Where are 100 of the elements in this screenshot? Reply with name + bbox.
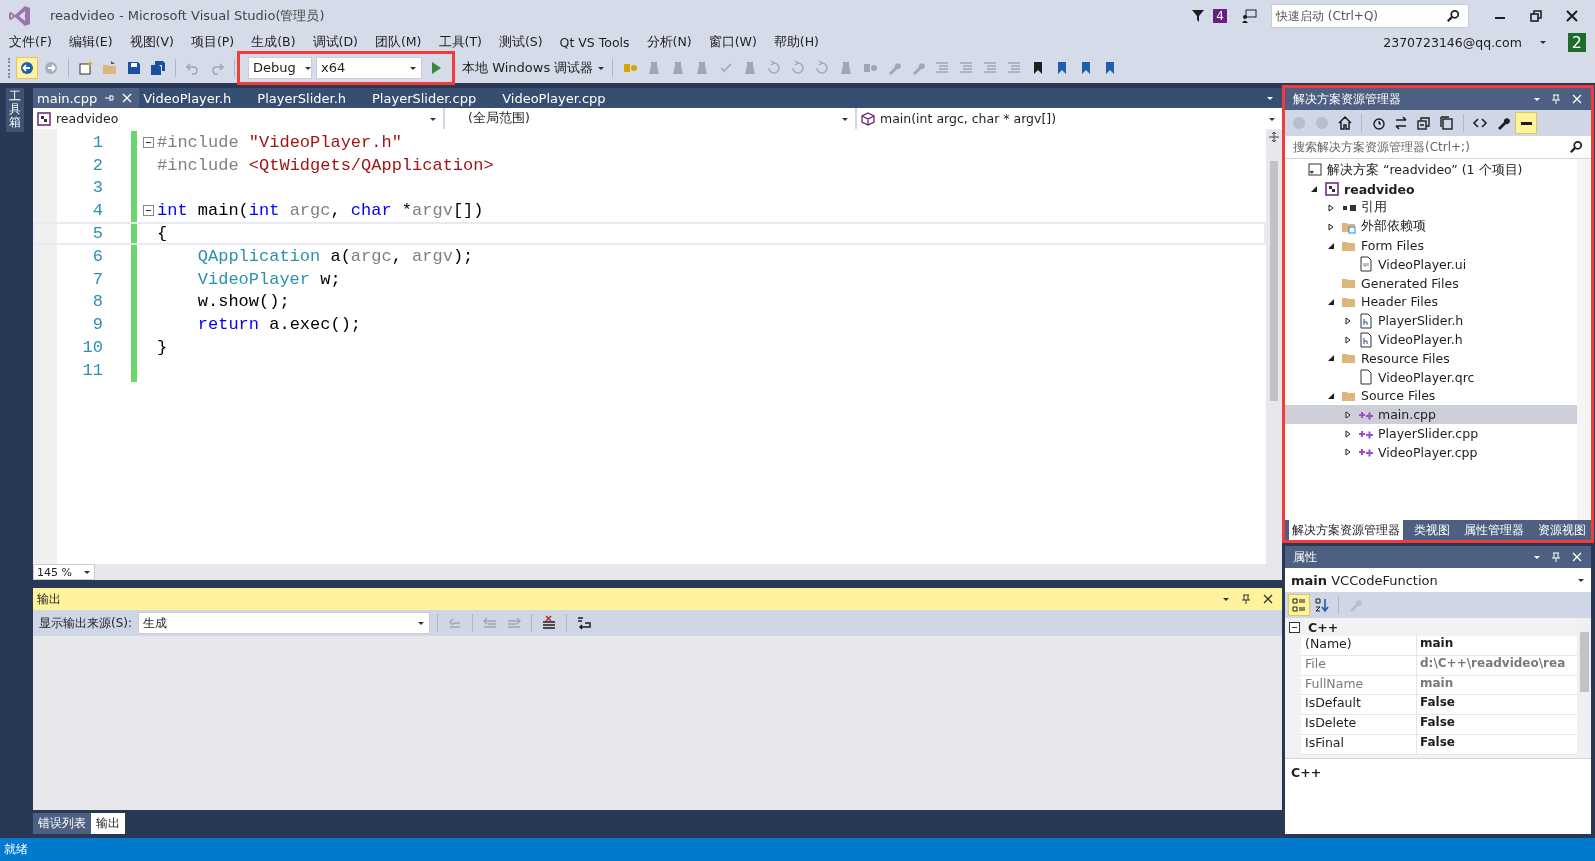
caret-icon[interactable] bbox=[1533, 553, 1541, 561]
panel-tab[interactable]: 资源视图 bbox=[1535, 519, 1589, 541]
toolbox-tab[interactable]: 工具箱 bbox=[6, 88, 24, 132]
platform-dropdown[interactable]: x64 bbox=[316, 56, 422, 79]
restore-icon[interactable] bbox=[1528, 8, 1544, 24]
menu-item[interactable]: 窗口(W) bbox=[708, 33, 757, 51]
collapsed-icon[interactable] bbox=[1344, 316, 1352, 325]
tree-item[interactable]: 外部依赖项 bbox=[1285, 217, 1577, 237]
collapsed-icon[interactable] bbox=[1327, 204, 1335, 212]
tree-item[interactable]: main.cpp bbox=[1285, 405, 1577, 425]
tree-item[interactable]: VideoPlayer.ui bbox=[1285, 255, 1577, 274]
tree-item[interactable]: VideoPlayer.h bbox=[1285, 330, 1577, 349]
panel-tab[interactable]: 属性管理器 bbox=[1461, 519, 1527, 541]
document-tab[interactable]: VideoPlayer.h bbox=[139, 88, 254, 108]
preview-icon[interactable] bbox=[1516, 113, 1536, 133]
document-tab[interactable]: PlayerSlider.cpp bbox=[368, 88, 499, 108]
tree-item[interactable]: readvideo bbox=[1285, 179, 1577, 199]
property-value[interactable]: False bbox=[1417, 695, 1577, 715]
scrollbar-thumb[interactable] bbox=[1579, 632, 1589, 692]
account-name[interactable]: 2370723146@qq.com bbox=[1383, 34, 1522, 50]
zoom-dropdown[interactable]: 145 % bbox=[33, 564, 95, 580]
split-icon[interactable] bbox=[1268, 131, 1280, 143]
property-value[interactable]: d:\C++\readvideo\rea bbox=[1417, 655, 1577, 675]
tree-item[interactable]: 解决方案 “readvideo” (1 个项目) bbox=[1285, 161, 1577, 180]
scrollbar-thumb[interactable] bbox=[1270, 161, 1278, 401]
expanded-icon[interactable] bbox=[1327, 241, 1335, 250]
panel-tab[interactable]: 解决方案资源管理器 bbox=[1289, 519, 1403, 541]
tree-item[interactable]: Generated Files bbox=[1285, 273, 1577, 293]
tree-item[interactable]: Resource Files bbox=[1285, 348, 1577, 368]
feedback-icon[interactable] bbox=[1241, 8, 1257, 24]
menu-item[interactable]: Qt VS Tools bbox=[559, 34, 630, 50]
menu-item[interactable]: 工具(T) bbox=[438, 33, 482, 51]
caret-icon[interactable] bbox=[1533, 95, 1541, 103]
property-name: IsDelete bbox=[1301, 715, 1417, 734]
scrollbar[interactable] bbox=[1577, 159, 1591, 520]
expanded-icon[interactable] bbox=[1327, 354, 1335, 363]
sort-icon[interactable] bbox=[1312, 595, 1332, 615]
object-dropdown[interactable]: main VCCodeFunction bbox=[1285, 568, 1591, 592]
tree-item[interactable]: PlayerSlider.cpp bbox=[1285, 424, 1577, 443]
tree-item[interactable]: Source Files bbox=[1285, 386, 1577, 406]
expanded-icon[interactable] bbox=[1327, 297, 1335, 306]
tree-item[interactable]: Form Files bbox=[1285, 236, 1577, 255]
panel-tab[interactable]: 错误列表 bbox=[33, 812, 91, 834]
configuration-dropdown[interactable]: Debug bbox=[248, 56, 312, 79]
property-value[interactable]: False bbox=[1417, 735, 1577, 754]
pin-icon[interactable] bbox=[1240, 593, 1252, 605]
panel-tab[interactable]: 输出 bbox=[91, 812, 125, 834]
menu-item[interactable]: 团队(M) bbox=[374, 33, 422, 51]
expanded-icon[interactable] bbox=[1327, 391, 1335, 400]
menu-item[interactable]: 帮助(H) bbox=[773, 33, 819, 51]
caret-icon bbox=[1577, 576, 1585, 584]
collapse-icon[interactable] bbox=[1289, 621, 1300, 633]
document-tab[interactable]: main.cpp bbox=[33, 88, 140, 108]
caret-icon bbox=[417, 619, 426, 627]
tree-item[interactable]: PlayerSlider.h bbox=[1285, 311, 1577, 331]
collapsed-icon[interactable] bbox=[1344, 335, 1352, 344]
member-dropdown[interactable]: main(int argc, char * argv[]) bbox=[857, 108, 1282, 129]
expanded-icon[interactable] bbox=[1310, 185, 1318, 194]
categorized-icon[interactable] bbox=[1289, 595, 1309, 615]
tree-item[interactable]: Header Files bbox=[1285, 292, 1577, 312]
document-tab[interactable]: VideoPlayer.cpp bbox=[498, 88, 628, 108]
property-value[interactable]: main bbox=[1417, 636, 1577, 655]
collapsed-icon[interactable] bbox=[1344, 448, 1352, 457]
account-badge[interactable]: 2 bbox=[1567, 32, 1586, 52]
caret-icon[interactable] bbox=[1222, 595, 1230, 603]
document-tab[interactable]: PlayerSlider.h bbox=[253, 88, 369, 108]
project-dropdown[interactable]: readvideo bbox=[33, 108, 443, 129]
panel-tab[interactable]: 类视图 bbox=[1411, 519, 1453, 541]
panel-title: 属性 bbox=[1293, 548, 1317, 566]
collapsed-icon[interactable] bbox=[1344, 410, 1352, 419]
caret-icon[interactable] bbox=[1538, 38, 1547, 46]
close-icon[interactable] bbox=[1564, 8, 1580, 24]
menu-item[interactable]: 项目(P) bbox=[190, 33, 235, 51]
code-line: VideoPlayer w; bbox=[196, 269, 341, 289]
collapsed-icon[interactable] bbox=[1344, 429, 1352, 438]
close-icon[interactable] bbox=[1262, 593, 1274, 605]
collapse-icon[interactable] bbox=[142, 136, 154, 148]
pin-icon[interactable] bbox=[103, 92, 116, 104]
collapsed-icon[interactable] bbox=[1327, 222, 1335, 231]
menu-item[interactable]: 文件(F) bbox=[9, 33, 52, 51]
scope-dropdown[interactable]: (全局范围) bbox=[445, 108, 855, 129]
output-source-dropdown[interactable]: 生成 bbox=[138, 612, 431, 634]
menu-item[interactable]: 生成(B) bbox=[251, 33, 296, 51]
menu-item[interactable]: 测试(S) bbox=[498, 33, 543, 51]
tree-item[interactable]: VideoPlayer.cpp bbox=[1285, 442, 1577, 462]
property-value[interactable]: False bbox=[1417, 715, 1577, 734]
back-icon[interactable] bbox=[17, 57, 37, 78]
menu-item[interactable]: 编辑(E) bbox=[68, 33, 113, 51]
tree-item[interactable]: 引用 bbox=[1285, 198, 1577, 218]
tree-item[interactable]: VideoPlayer.qrc bbox=[1285, 367, 1577, 387]
notification-count[interactable]: 4 bbox=[1213, 9, 1227, 23]
debugger-button[interactable]: 本地 Windows 调试器 bbox=[462, 58, 594, 77]
collapse-icon[interactable] bbox=[142, 205, 154, 217]
menu-item[interactable]: 视图(V) bbox=[129, 33, 174, 51]
code-line: return a.exec(); bbox=[196, 315, 362, 335]
close-icon[interactable] bbox=[121, 92, 134, 104]
caret-icon[interactable] bbox=[1266, 94, 1274, 102]
menu-item[interactable]: 分析(N) bbox=[646, 33, 692, 51]
menu-item[interactable]: 调试(D) bbox=[312, 33, 358, 51]
property-value[interactable]: main bbox=[1417, 675, 1577, 695]
